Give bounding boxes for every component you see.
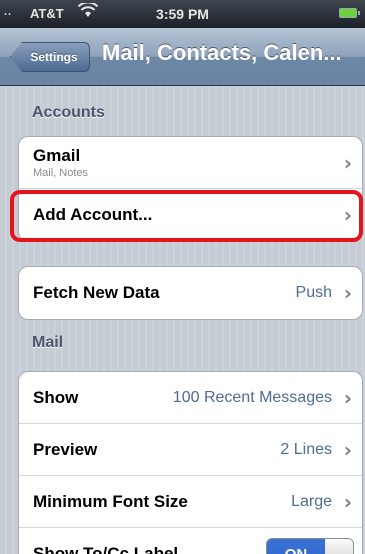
navigation-bar: Settings Mail, Contacts, Calen... xyxy=(0,28,365,86)
section-header-accounts: Accounts xyxy=(32,104,105,121)
chevron-right-icon: › xyxy=(343,281,352,305)
account-gmail-text: Gmail Mail, Notes xyxy=(33,146,88,179)
clock: 3:59 PM xyxy=(156,6,209,22)
preview-row[interactable]: Preview 2 Lines › xyxy=(19,424,362,476)
page-title: Mail, Contacts, Calen... xyxy=(102,40,342,65)
show-to-cc-toggle[interactable]: ON xyxy=(266,538,354,554)
section-header-mail: Mail xyxy=(32,334,64,351)
minimum-font-size-value: Large xyxy=(291,492,332,510)
chevron-right-icon: › xyxy=(343,150,352,175)
highlight-annotation xyxy=(10,190,363,242)
show-to-cc-label-row: Show To/Cc Label ON xyxy=(19,528,362,554)
mail-group: Show 100 Recent Messages › Preview 2 Lin… xyxy=(18,371,363,554)
show-label: Show xyxy=(33,387,79,407)
account-gmail-sublabel: Mail, Notes xyxy=(33,167,89,179)
account-gmail-label: Gmail xyxy=(33,146,81,165)
fetch-group: Fetch New Data Push › xyxy=(18,266,363,320)
minimum-font-size-row[interactable]: Minimum Font Size Large › xyxy=(19,476,362,528)
chevron-right-icon: › xyxy=(343,489,352,514)
fetch-new-data-label: Fetch New Data xyxy=(33,283,160,302)
toggle-on-label: ON xyxy=(267,539,325,554)
battery-icon xyxy=(339,8,360,18)
status-bar: .. AT&T 3:59 PM xyxy=(0,0,365,28)
preview-label: Preview xyxy=(33,439,98,459)
show-to-cc-label: Show To/Cc Label xyxy=(33,544,179,554)
chevron-right-icon: › xyxy=(343,385,352,410)
settings-back-button[interactable]: Settings xyxy=(10,42,90,72)
show-value: 100 Recent Messages xyxy=(172,388,332,406)
preview-value: 2 Lines xyxy=(280,440,332,458)
toggle-knob[interactable] xyxy=(325,539,353,554)
fetch-new-data-value: Push xyxy=(295,284,332,301)
minimum-font-size-label: Minimum Font Size xyxy=(33,491,188,511)
account-row-gmail[interactable]: Gmail Mail, Notes › xyxy=(19,137,362,189)
show-row[interactable]: Show 100 Recent Messages › xyxy=(19,372,362,424)
chevron-right-icon: › xyxy=(343,437,352,462)
fetch-new-data-row[interactable]: Fetch New Data Push › xyxy=(19,267,362,319)
